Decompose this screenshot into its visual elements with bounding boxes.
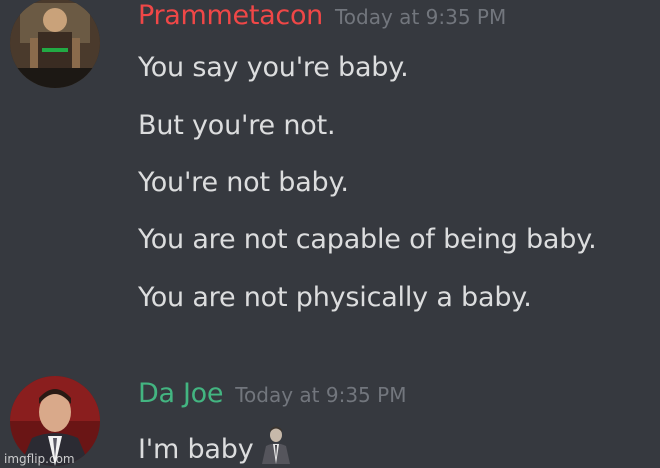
message-text-content: I'm baby <box>138 434 254 465</box>
timestamp[interactable]: Today at 9:35 PM <box>235 383 406 407</box>
message-header: Prammetacon Today at 9:35 PM <box>138 0 506 31</box>
message-text: You say you're baby. <box>138 52 409 83</box>
username[interactable]: Prammetacon <box>138 0 323 31</box>
chat-view: Prammetacon Today at 9:35 PM You say you'… <box>0 0 660 468</box>
message-header: Da Joe Today at 9:35 PM <box>138 378 406 409</box>
message-group-da-joe: Da Joe Today at 9:35 PM I'm baby <box>0 370 660 468</box>
avatar-prammetacon-icon <box>10 0 100 88</box>
message-group-prammetacon: Prammetacon Today at 9:35 PM You say you'… <box>0 0 660 340</box>
message-text: You're not baby. <box>138 167 349 198</box>
message-text: I'm baby <box>138 426 293 468</box>
message-text: You are not physically a baby. <box>138 282 532 313</box>
message-text: But you're not. <box>138 110 336 141</box>
avatar[interactable] <box>10 0 100 88</box>
message-text: You are not capable of being baby. <box>138 224 597 255</box>
username[interactable]: Da Joe <box>138 378 224 409</box>
timestamp[interactable]: Today at 9:35 PM <box>335 5 506 29</box>
watermark: imgflip.com <box>4 452 75 466</box>
man-in-suit-emoji-icon <box>259 426 293 468</box>
